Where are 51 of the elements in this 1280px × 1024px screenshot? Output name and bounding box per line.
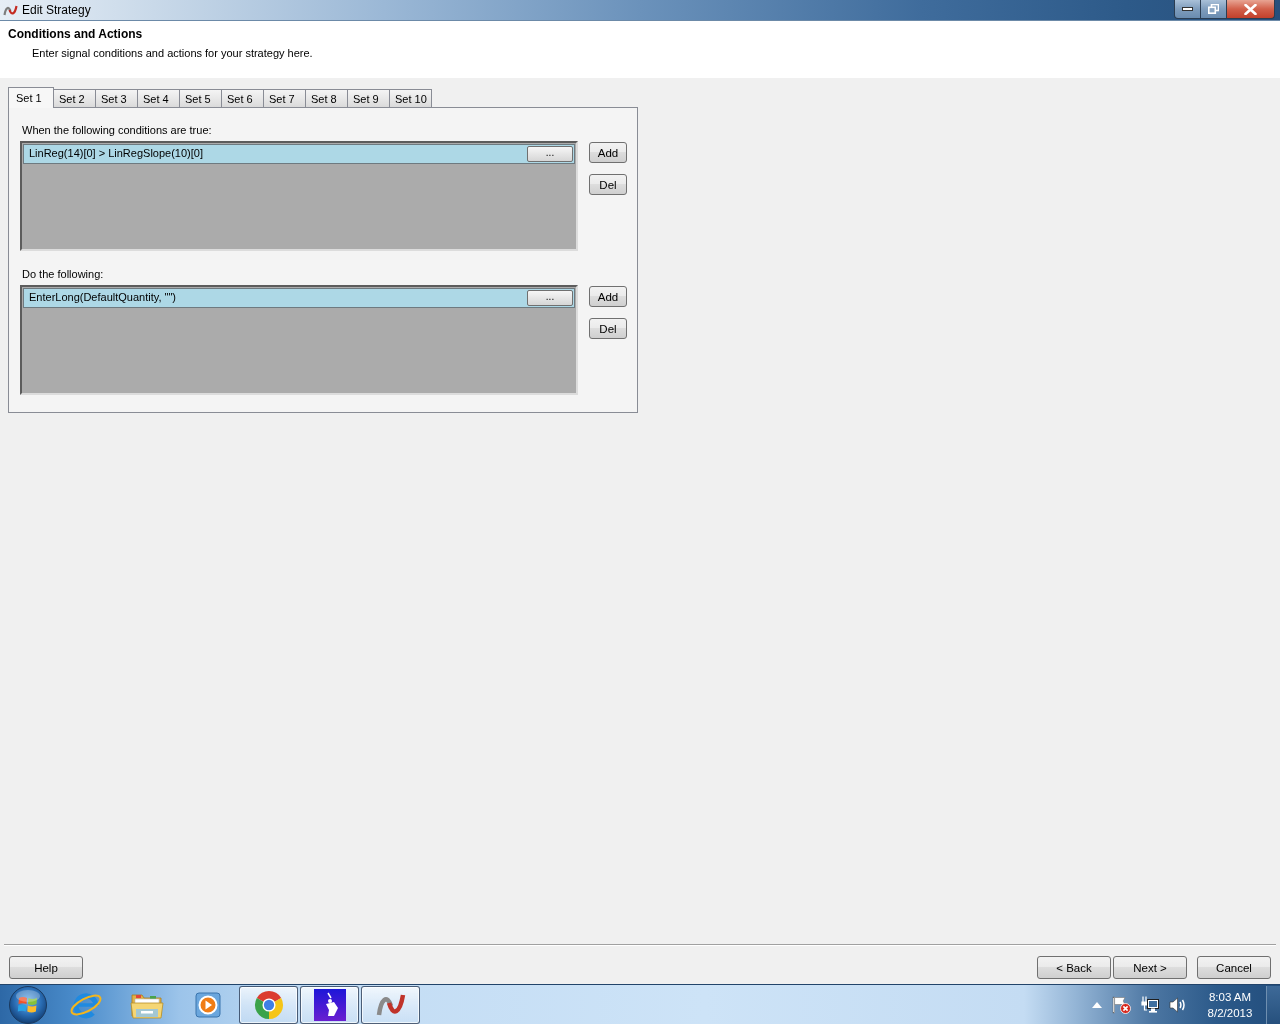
close-icon xyxy=(1244,3,1257,15)
list-box[interactable]: EnterLong(DefaultQuantity, "") ... xyxy=(20,285,578,395)
tab[interactable]: Set 9 xyxy=(348,89,390,107)
section-label: Do the following: xyxy=(22,267,104,281)
minimize-icon xyxy=(1182,7,1193,11)
restore-icon xyxy=(1208,4,1219,14)
expression-text: EnterLong(DefaultQuantity, "") xyxy=(28,291,176,305)
taskbar-button[interactable] xyxy=(361,985,420,1024)
back-button[interactable]: < Back xyxy=(1037,956,1111,979)
tab[interactable]: Set 1 xyxy=(8,87,54,108)
ellipsis-button[interactable]: ... xyxy=(527,146,573,162)
show-desktop-button[interactable] xyxy=(1266,985,1280,1024)
up-arrow-icon[interactable] xyxy=(1092,1001,1102,1008)
tab[interactable]: Set 10 xyxy=(390,89,432,107)
next-button[interactable]: Next > xyxy=(1113,956,1187,979)
circle-logo-icon xyxy=(253,989,284,1020)
tab[interactable]: Set 4 xyxy=(138,89,180,107)
add-button[interactable]: Add xyxy=(589,142,627,163)
ellipsis-button[interactable]: ... xyxy=(527,290,573,306)
page-subtitle: Enter signal conditions and actions for your strategy here. xyxy=(32,47,313,60)
close-button[interactable] xyxy=(1227,0,1275,19)
list-box[interactable]: LinReg(14)[0] > LinRegSlope(10)[0] ... xyxy=(20,141,578,251)
window-title: Edit Strategy xyxy=(22,3,91,18)
taskbar-button[interactable] xyxy=(300,985,359,1024)
flag-x-icon[interactable] xyxy=(1112,995,1131,1014)
delete-button[interactable]: Del xyxy=(589,174,627,195)
expression-text: LinReg(14)[0] > LinRegSlope(10)[0] xyxy=(28,147,203,161)
swoosh-logo-icon xyxy=(3,5,18,16)
restore-button[interactable] xyxy=(1201,0,1227,19)
tab[interactable]: Set 6 xyxy=(222,89,264,107)
cancel-button[interactable]: Cancel xyxy=(1197,956,1271,979)
delete-button[interactable]: Del xyxy=(589,318,627,339)
clock-date[interactable]: 8/2/2013 xyxy=(1199,1004,1261,1021)
tab[interactable]: Set 5 xyxy=(180,89,222,107)
page-title: Conditions and Actions xyxy=(8,27,143,41)
tab[interactable]: Set 8 xyxy=(306,89,348,107)
section-label: When the following conditions are true: xyxy=(22,123,212,137)
list-row[interactable]: LinReg(14)[0] > LinRegSlope(10)[0] ... xyxy=(23,144,575,164)
tab[interactable]: Set 7 xyxy=(264,89,306,107)
app-tile-icon xyxy=(313,988,346,1021)
network-icon[interactable] xyxy=(1141,996,1159,1013)
minimize-button[interactable] xyxy=(1174,0,1201,19)
help-button[interactable]: Help xyxy=(9,956,83,979)
clock-time[interactable]: 8:03 AM xyxy=(1199,988,1261,1005)
play-icon[interactable] xyxy=(194,991,221,1018)
tab[interactable]: Set 3 xyxy=(96,89,138,107)
list-row[interactable]: EnterLong(DefaultQuantity, "") ... xyxy=(23,288,575,308)
add-button[interactable]: Add xyxy=(589,286,627,307)
speaker-icon[interactable] xyxy=(1169,996,1186,1013)
tab[interactable]: Set 2 xyxy=(54,89,96,107)
taskbar-button[interactable] xyxy=(239,985,298,1024)
